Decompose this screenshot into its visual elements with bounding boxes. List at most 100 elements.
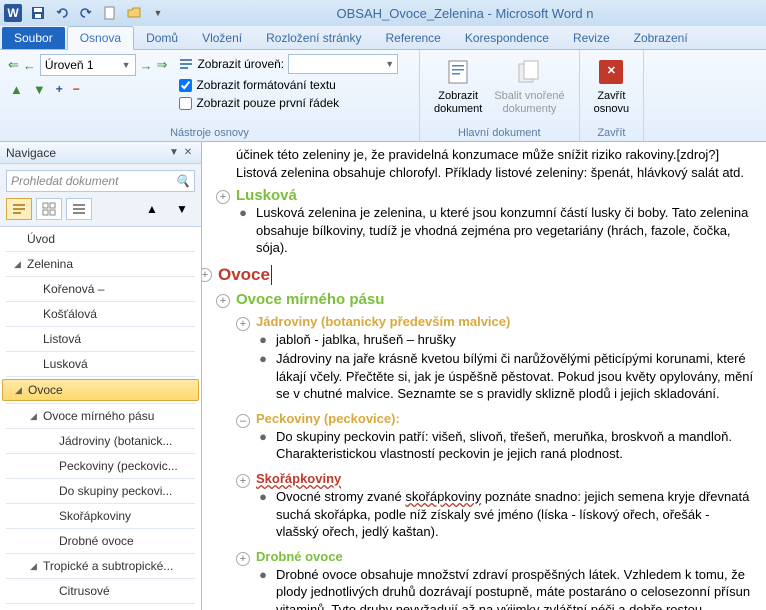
show-level-label: Zobrazit úroveň: (197, 57, 284, 71)
show-document-label: Zobrazit dokument (434, 90, 482, 116)
move-up-icon[interactable]: ▲ (10, 82, 23, 97)
chevron-down-icon: ▼ (385, 59, 394, 69)
qat-dropdown-icon[interactable]: ▼ (148, 3, 168, 23)
nav-view-headings[interactable] (6, 198, 32, 220)
close-outline-button[interactable]: ✕ Zavřít osnovu (588, 54, 635, 118)
group-label-master: Hlavní dokument (428, 125, 571, 139)
nav-menu-icon[interactable]: ▼ (167, 146, 181, 160)
show-formatting-checkbox[interactable] (179, 79, 192, 92)
nav-item-jadroviny[interactable]: Jádroviny (botanick... (0, 431, 201, 451)
word-icon: W (4, 4, 22, 22)
expand-toggle[interactable] (236, 552, 250, 566)
body-text: Ovocné stromy zvané skořápkoviny poznáte… (276, 488, 754, 541)
tab-review[interactable]: Revize (561, 27, 622, 49)
nav-view-pages[interactable] (36, 198, 62, 220)
ribbon: ⇐ ← Úroveň 1 ▼ → ⇒ ▲ ▼ + − (0, 50, 766, 142)
document-area[interactable]: účinek této zeleniny je, že pravidelná k… (202, 142, 766, 610)
nav-item-luskova[interactable]: Lusková (0, 354, 201, 374)
quick-access-toolbar: ▼ (28, 3, 168, 23)
nav-header: Navigace ▼ ✕ (0, 142, 201, 164)
expand-toggle[interactable] (202, 268, 212, 282)
tab-home[interactable]: Domů (134, 27, 190, 49)
nav-item-citrusove[interactable]: Citrusové (0, 581, 201, 601)
bullet-icon: ● (236, 205, 250, 220)
nav-item-mirneho[interactable]: ◢Ovoce mírného pásu (0, 406, 201, 426)
nav-search-placeholder: Prohledat dokument (11, 174, 118, 188)
chevron-down-icon: ▼ (122, 60, 131, 70)
expand-toggle[interactable] (236, 414, 250, 428)
heading-skorapkoviny: Skořápkoviny (256, 471, 341, 486)
nav-search-input[interactable]: Prohledat dokument 🔍 (6, 170, 195, 192)
expand-icon[interactable]: + (56, 82, 63, 97)
tab-file[interactable]: Soubor (2, 27, 65, 49)
tab-references[interactable]: Reference (373, 27, 452, 49)
nav-item-listova[interactable]: Listová (0, 329, 201, 349)
outline-level-value: Úroveň 1 (45, 58, 94, 72)
tab-view[interactable]: Zobrazení (622, 27, 700, 49)
close-icon: ✕ (599, 60, 623, 84)
collapse-subdocs-icon (513, 56, 545, 88)
group-outline-tools: ⇐ ← Úroveň 1 ▼ → ⇒ ▲ ▼ + − (0, 50, 420, 141)
collapse-icon[interactable]: − (73, 82, 80, 97)
nav-item-peckoviny[interactable]: Peckoviny (peckovic... (0, 456, 201, 476)
nav-item-ostatni[interactable]: Ostatní druhy (0, 606, 201, 610)
nav-item-kostalova[interactable]: Košťálová (0, 304, 201, 324)
nav-item-drobne[interactable]: Drobné ovoce (0, 531, 201, 551)
collapse-subdocs-button: Sbalit vnořené dokumenty (488, 54, 570, 118)
show-document-button[interactable]: Zobrazit dokument (428, 54, 488, 118)
body-text: Do skupiny peckovin patří: višeň, slivoň… (276, 428, 754, 463)
collapse-subdocs-label: Sbalit vnořené dokumenty (494, 90, 564, 116)
show-level-dropdown[interactable]: ▼ (288, 54, 398, 74)
bullet-icon: ● (256, 351, 270, 366)
expand-toggle[interactable] (236, 317, 250, 331)
heading-luskova: Lusková (236, 187, 297, 204)
nav-view-results[interactable] (66, 198, 92, 220)
nav-item-zelenina[interactable]: ◢Zelenina (0, 254, 201, 274)
outline-level-select[interactable]: Úroveň 1 ▼ (40, 54, 136, 76)
nav-prev-icon[interactable]: ▲ (139, 198, 165, 220)
tab-mailings[interactable]: Korespondence (453, 27, 561, 49)
nav-item-korenova[interactable]: Kořenová – (0, 279, 201, 299)
expand-toggle[interactable] (216, 190, 230, 204)
nav-view-tabs: ▲ ▼ (6, 198, 195, 220)
promote-top-icon[interactable]: ⇐ (8, 57, 19, 73)
heading-ovoce: Ovoce (218, 265, 272, 285)
bullet-icon: ● (256, 489, 270, 504)
save-icon[interactable] (28, 3, 48, 23)
tab-outline[interactable]: Osnova (67, 26, 134, 50)
undo-icon[interactable] (52, 3, 72, 23)
bullet-icon: ● (256, 332, 270, 347)
new-icon[interactable] (100, 3, 120, 23)
show-level-icon (179, 57, 193, 71)
first-line-only-checkbox[interactable] (179, 97, 192, 110)
heading-peckoviny: Peckoviny (peckovice): (256, 411, 400, 426)
nav-item-uvod[interactable]: Úvod (0, 229, 201, 249)
show-formatting-label: Zobrazit formátování textu (196, 78, 335, 92)
demote-icon[interactable]: → (140, 58, 153, 73)
tab-insert[interactable]: Vložení (190, 27, 254, 49)
promote-icon[interactable]: ← (23, 58, 36, 73)
nav-item-tropicke[interactable]: ◢Tropické a subtropické... (0, 556, 201, 576)
nav-item-doskupiny[interactable]: Do skupiny peckovi... (0, 481, 201, 501)
close-outline-label: Zavřít osnovu (594, 90, 629, 116)
main-area: Navigace ▼ ✕ Prohledat dokument 🔍 ▲ ▼ Úv… (0, 142, 766, 610)
first-line-only-label: Zobrazit pouze první řádek (196, 96, 339, 110)
nav-title: Navigace (6, 146, 56, 160)
nav-tree: Úvod ◢Zelenina Kořenová – Košťálová List… (0, 226, 201, 610)
expand-toggle[interactable] (216, 294, 230, 308)
tab-layout[interactable]: Rozložení stránky (254, 27, 373, 49)
expand-toggle[interactable] (236, 474, 250, 488)
move-down-icon[interactable]: ▼ (33, 82, 46, 97)
heading-drobne: Drobné ovoce (256, 549, 343, 564)
bullet-icon: ● (256, 567, 270, 582)
group-master-document: Zobrazit dokument Sbalit vnořené dokumen… (420, 50, 580, 141)
nav-next-icon[interactable]: ▼ (169, 198, 195, 220)
nav-item-skorapkoviny[interactable]: Skořápkoviny (0, 506, 201, 526)
show-level-row: Zobrazit úroveň: ▼ (179, 54, 398, 74)
nav-close-icon[interactable]: ✕ (181, 146, 195, 160)
open-icon[interactable] (124, 3, 144, 23)
group-label-close: Zavřít (588, 125, 635, 139)
nav-item-ovoce[interactable]: ◢Ovoce (2, 379, 199, 401)
redo-icon[interactable] (76, 3, 96, 23)
demote-body-icon[interactable]: ⇒ (157, 57, 168, 73)
